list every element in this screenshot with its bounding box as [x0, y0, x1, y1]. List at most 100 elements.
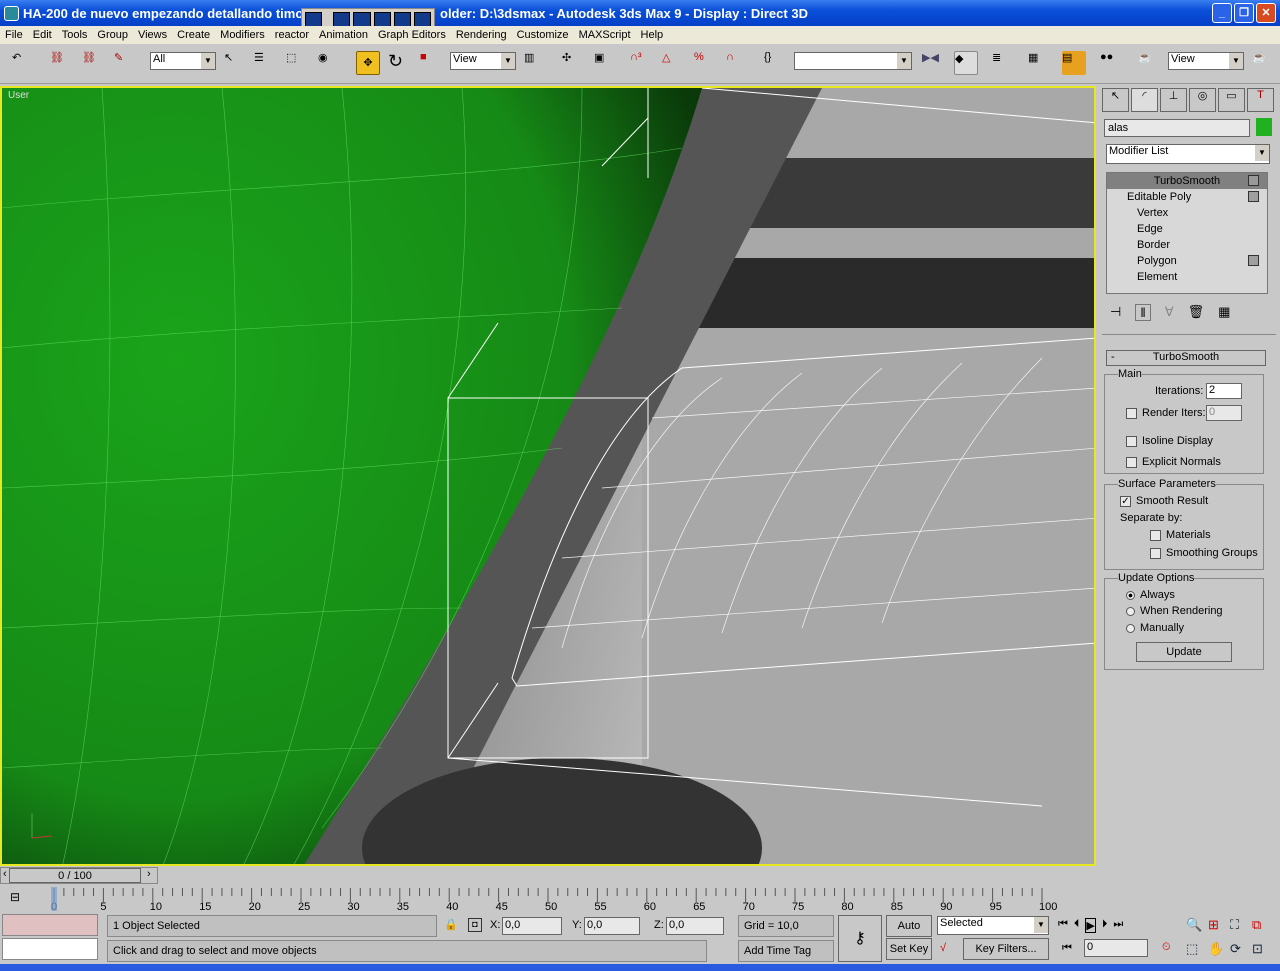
time-slider-thumb[interactable]: 0 / 100	[9, 868, 141, 883]
set-key-big-icon[interactable]: ⚷	[838, 915, 882, 962]
menu-edit[interactable]: Edit	[28, 29, 57, 41]
named-selection-icon[interactable]: {}	[764, 51, 788, 75]
mini-curve-editor-icon[interactable]: ⊟	[10, 890, 20, 904]
viewport-user[interactable]: User	[0, 86, 1096, 866]
maximize-button[interactable]: ❐	[1234, 3, 1254, 23]
bind-space-warp-icon[interactable]: ✎	[114, 51, 138, 75]
pivot-icon[interactable]: ▥	[524, 51, 548, 75]
isoline-display-checkbox[interactable]: Isoline Display	[1126, 435, 1213, 447]
timeline-ruler[interactable]: 0510152025303540455055606570758085909510…	[50, 886, 1100, 912]
manipulate-icon[interactable]: ✣	[562, 51, 586, 75]
menu-animation[interactable]: Animation	[314, 29, 373, 41]
menu-reactor[interactable]: reactor	[270, 29, 314, 41]
zoom-all-icon[interactable]: ⊞	[1208, 917, 1230, 933]
make-unique-icon[interactable]: ∀	[1165, 304, 1174, 321]
reference-coord-dropdown[interactable]: View	[450, 52, 516, 70]
align-icon[interactable]: ◆	[954, 51, 978, 75]
z-coordinate-input[interactable]: 0,0	[666, 917, 724, 935]
unlink-icon[interactable]: ⛓	[82, 51, 106, 75]
key-mode-dropdown[interactable]: Selected	[937, 916, 1049, 935]
go-to-end-icon[interactable]: ⏭	[1113, 918, 1123, 933]
curve-editor-icon[interactable]: ▦	[1028, 51, 1052, 75]
quick-render-icon[interactable]: ☕	[1252, 51, 1276, 75]
render-view-dropdown[interactable]: View	[1168, 52, 1244, 70]
select-icon[interactable]: ↖	[224, 51, 248, 75]
stack-item-border[interactable]: Border	[1107, 237, 1267, 253]
window-crossing-icon[interactable]: ◉	[318, 51, 342, 75]
menu-file[interactable]: File	[0, 29, 28, 41]
modify-tab-icon[interactable]: ◜	[1131, 88, 1158, 112]
percent-snap-icon[interactable]: %	[694, 51, 718, 75]
menu-modifiers[interactable]: Modifiers	[215, 29, 270, 41]
set-key-button[interactable]: Set Key	[886, 938, 932, 960]
angle-snap-icon[interactable]: △	[662, 51, 686, 75]
material-editor-icon[interactable]: ●●	[1100, 51, 1124, 75]
add-time-tag[interactable]: Add Time Tag	[738, 940, 834, 962]
materials-checkbox[interactable]: Materials	[1150, 529, 1211, 541]
object-color-swatch[interactable]	[1256, 118, 1272, 136]
create-tab-icon[interactable]: ↖	[1102, 88, 1129, 112]
menu-views[interactable]: Views	[133, 29, 172, 41]
scale-icon[interactable]: ■	[420, 51, 444, 75]
render-iters-spinner[interactable]: 0	[1206, 405, 1242, 421]
current-frame-input[interactable]: 0	[1084, 939, 1148, 957]
explicit-normals-checkbox[interactable]: Explicit Normals	[1126, 456, 1221, 468]
y-coordinate-input[interactable]: 0,0	[584, 917, 640, 935]
when-rendering-radio[interactable]: When Rendering	[1126, 605, 1223, 617]
x-coordinate-input[interactable]: 0,0	[502, 917, 562, 935]
maximize-viewport-icon[interactable]: ⊡	[1252, 941, 1274, 957]
minimize-button[interactable]: _	[1212, 3, 1232, 23]
zoom-region-icon[interactable]: ⬚	[1186, 941, 1208, 957]
menu-maxscript[interactable]: MAXScript	[574, 29, 636, 41]
modifier-list-dropdown[interactable]: Modifier List	[1106, 144, 1270, 164]
maxscript-listener-white[interactable]	[2, 938, 98, 960]
utilities-tab-icon[interactable]: T	[1247, 88, 1274, 112]
select-by-name-icon[interactable]: ☰	[254, 51, 278, 75]
show-end-result-icon[interactable]: ‖	[1135, 304, 1151, 321]
prev-frame-icon[interactable]: ⏴	[1074, 918, 1080, 933]
current-time-marker[interactable]	[51, 887, 57, 911]
menu-rendering[interactable]: Rendering	[451, 29, 512, 41]
menu-group[interactable]: Group	[92, 29, 133, 41]
pin-stack-icon[interactable]: ⊣	[1110, 304, 1121, 321]
stack-item-turbosmooth[interactable]: TurboSmooth	[1107, 173, 1267, 189]
stack-item-element[interactable]: Element	[1107, 269, 1267, 285]
smoothing-groups-checkbox[interactable]: Smoothing Groups	[1150, 547, 1258, 559]
absolute-mode-icon[interactable]: ◘	[468, 918, 482, 932]
object-name-input[interactable]: alas	[1104, 119, 1250, 137]
manually-radio[interactable]: Manually	[1126, 622, 1184, 634]
remove-modifier-icon[interactable]: 🗑	[1188, 304, 1205, 321]
mirror-icon[interactable]: ▶◀	[922, 51, 946, 75]
zoom-extents-all-icon[interactable]: ⧉	[1252, 917, 1274, 933]
render-scene-icon[interactable]: ☕	[1138, 51, 1162, 75]
close-button[interactable]: ✕	[1256, 3, 1276, 23]
maxscript-listener-pink[interactable]	[2, 914, 98, 936]
motion-tab-icon[interactable]: ◎	[1189, 88, 1216, 112]
orbit-icon[interactable]: ⟳	[1230, 941, 1252, 957]
next-frame-icon[interactable]: ⏵	[1102, 918, 1108, 933]
layer-manager-icon[interactable]: ≣	[992, 51, 1016, 75]
smooth-result-checkbox[interactable]: ✓ Smooth Result	[1120, 495, 1208, 507]
zoom-extents-icon[interactable]: ⛶	[1230, 917, 1252, 933]
key-mode-toggle-icon[interactable]: ⏮	[1062, 942, 1072, 955]
menu-graph-editors[interactable]: Graph Editors	[373, 29, 451, 41]
pan-icon[interactable]: ✋	[1208, 941, 1230, 957]
viewport-label[interactable]: User	[8, 90, 29, 101]
keyboard-shortcut-icon[interactable]: ▣	[594, 51, 618, 75]
update-button[interactable]: Update	[1136, 642, 1232, 662]
iterations-spinner[interactable]: 2	[1206, 383, 1242, 399]
menu-create[interactable]: Create	[172, 29, 215, 41]
key-filters-button[interactable]: Key Filters...	[963, 938, 1049, 960]
time-slider[interactable]: ‹ 0 / 100 ›	[0, 867, 158, 884]
menu-help[interactable]: Help	[636, 29, 669, 41]
display-tab-icon[interactable]: ▭	[1218, 88, 1245, 112]
undo-icon[interactable]: ↶	[12, 51, 36, 75]
render-iters-checkbox[interactable]: Render Iters:	[1126, 407, 1206, 419]
selection-filter-dropdown[interactable]: All	[150, 52, 216, 70]
move-icon[interactable]: ✥	[356, 51, 380, 75]
stack-item-vertex[interactable]: Vertex	[1107, 205, 1267, 221]
turbosmooth-rollout-header[interactable]: - TurboSmooth	[1106, 350, 1266, 366]
select-link-icon[interactable]: ⛓	[50, 51, 74, 75]
hierarchy-tab-icon[interactable]: ⊥	[1160, 88, 1187, 112]
always-radio[interactable]: Always	[1126, 589, 1175, 601]
